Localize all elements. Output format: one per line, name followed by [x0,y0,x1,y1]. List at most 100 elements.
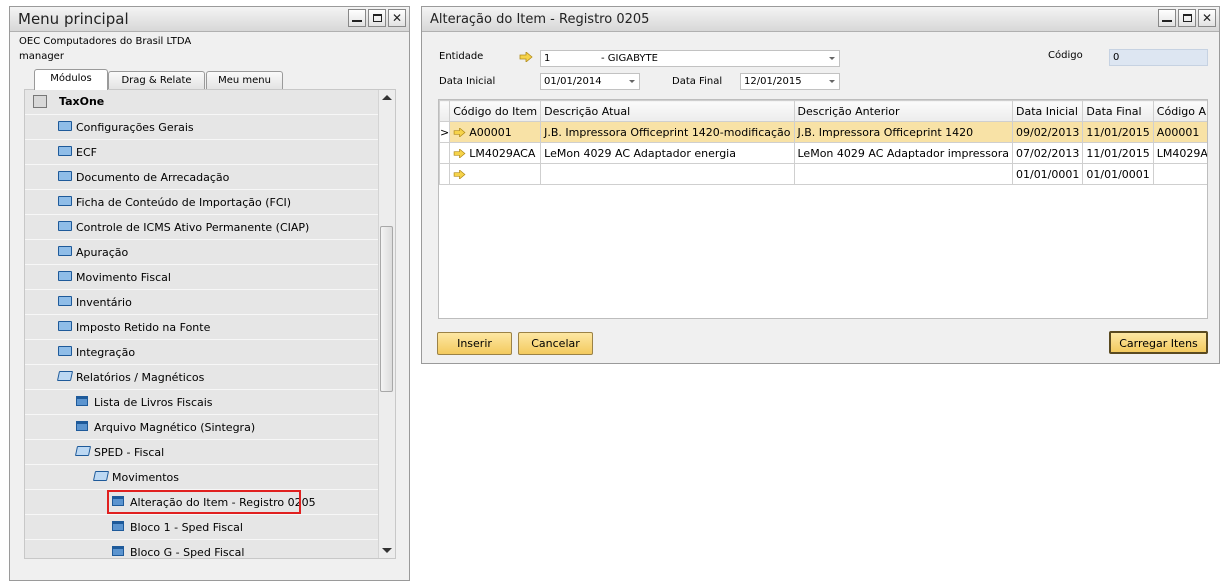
chevron-down-icon[interactable] [829,80,835,83]
menu-item-inventario[interactable]: Inventário [25,290,379,315]
menu-item-label: Configurações Gerais [76,121,194,134]
module-icon [33,95,47,108]
link-arrow-icon[interactable] [519,52,533,62]
col-codigo-item[interactable]: Código do Item [449,100,542,122]
cell-descricao-atual[interactable]: LeMon 4029 AC Adaptador energia [540,142,795,164]
menu-item-movimentos[interactable]: Movimentos [25,465,379,490]
data-inicial-label: Data Inicial [439,76,496,87]
minimize-button[interactable] [348,9,366,27]
company-name: OEC Computadores do Brasil LTDA [19,36,192,47]
menu-item-ecf[interactable]: ECF [25,140,379,165]
menu-titlebar[interactable]: Menu principal ✕ [10,7,409,32]
open-folder-icon [56,371,74,381]
open-folder-icon [92,471,110,481]
close-button[interactable]: ✕ [1198,9,1216,27]
link-arrow-icon[interactable] [453,148,466,159]
cancelar-button[interactable]: Cancelar [518,332,593,355]
menu-scrollbar[interactable] [378,90,395,558]
codigo-label: Código [1048,50,1083,61]
minimize-button[interactable] [1158,9,1176,27]
scroll-down-icon[interactable] [382,548,392,553]
cell-data-final[interactable]: 11/01/2015 [1082,142,1154,164]
menu-item-label: Bloco G - Sped Fiscal [130,546,245,559]
carregar-itens-button[interactable]: Carregar Itens [1109,331,1208,354]
maximize-icon [372,14,382,22]
col-descricao-anterior[interactable]: Descrição Anterior [793,100,1013,122]
col-data-final[interactable]: Data Final [1082,100,1154,122]
form-window: Alteração do Item - Registro 0205 ✕ Enti… [421,6,1220,364]
minimize-icon [1162,20,1172,22]
menu-item-label: Lista de Livros Fiscais [94,396,213,409]
link-arrow-icon[interactable] [453,169,466,180]
maximize-icon [1182,14,1192,22]
menu-item-label: Inventário [76,296,132,309]
cell-descricao-atual[interactable] [540,163,795,185]
cell-data-inicial[interactable]: 07/02/2013 [1011,142,1084,164]
menu-item-bloco-1[interactable]: Bloco 1 - Sped Fiscal [25,515,379,540]
cell-data-final[interactable]: 11/01/2015 [1082,121,1154,143]
menu-item-apuracao[interactable]: Apuração [25,240,379,265]
folder-icon [58,121,72,131]
menu-item-bloco-g[interactable]: Bloco G - Sped Fiscal [25,540,379,559]
cell-codigo-item[interactable] [449,163,542,185]
module-row-taxone[interactable]: TaxOne [25,90,379,115]
menu-item-ciap[interactable]: Controle de ICMS Ativo Permanente (CIAP) [25,215,379,240]
table-row[interactable]: 01/01/0001 01/01/0001 [439,163,1207,185]
main-menu-window: Menu principal ✕ OEC Computadores do Bra… [9,6,410,581]
entidade-name: - GIGABYTE [601,53,658,64]
cell-descricao-atual[interactable]: J.B. Impressora Officeprint 1420-modific… [540,121,795,143]
col-data-inicial[interactable]: Data Inicial [1011,100,1084,122]
cell-data-inicial[interactable]: 09/02/2013 [1011,121,1084,143]
row-selector[interactable] [439,163,451,185]
menu-item-arquivo-magnetico[interactable]: Arquivo Magnético (Sintegra) [25,415,379,440]
menu-item-label: Integração [76,346,136,359]
data-inicial-field[interactable]: 01/01/2014 [540,73,640,90]
inserir-button[interactable]: Inserir [437,332,512,355]
row-selector-icon[interactable]: > [439,121,451,143]
menu-item-integracao[interactable]: Integração [25,340,379,365]
menu-item-sped-fiscal[interactable]: SPED - Fiscal [25,440,379,465]
table-row[interactable]: LM4029ACA LeMon 4029 AC Adaptador energi… [439,142,1207,164]
menu-item-documento-arrecadacao[interactable]: Documento de Arrecadação [25,165,379,190]
cell-descricao-anterior[interactable]: LeMon 4029 AC Adaptador impressora [793,142,1013,164]
items-grid[interactable]: Código do Item Descrição Atual Descrição… [438,99,1208,319]
cell-codigo-anterior[interactable] [1152,163,1207,185]
menu-item-label: Apuração [76,246,129,259]
chevron-down-icon[interactable] [829,57,835,60]
maximize-button[interactable] [368,9,386,27]
col-descricao-atual[interactable]: Descrição Atual [540,100,795,122]
menu-item-fci[interactable]: Ficha de Conteúdo de Importação (FCI) [25,190,379,215]
table-row[interactable]: > A00001 J.B. Impressora Officeprint 142… [439,121,1207,143]
menu-item-movimento-fiscal[interactable]: Movimento Fiscal [25,265,379,290]
close-button[interactable]: ✕ [388,9,406,27]
col-codigo-anterior[interactable]: Código Anterior [1152,100,1207,122]
tab-modulos[interactable]: Módulos [34,69,108,90]
scroll-up-icon[interactable] [382,95,392,100]
maximize-button[interactable] [1178,9,1196,27]
module-label: TaxOne [59,95,105,108]
menu-item-configuracoes-gerais[interactable]: Configurações Gerais [25,115,379,140]
cell-descricao-anterior[interactable] [793,163,1013,185]
scroll-thumb[interactable] [380,226,393,392]
link-arrow-icon[interactable] [453,127,466,138]
form-titlebar[interactable]: Alteração do Item - Registro 0205 ✕ [422,7,1219,32]
data-final-field[interactable]: 12/01/2015 [740,73,840,90]
modules-tree: TaxOne Configurações Gerais ECF Document… [24,89,396,559]
cell-codigo-item[interactable]: LM4029ACA [449,142,542,164]
table-header-row: Código do Item Descrição Atual Descrição… [439,100,1207,122]
menu-item-relatorios-magneticos[interactable]: Relatórios / Magnéticos [25,365,379,390]
menu-item-label: Controle de ICMS Ativo Permanente (CIAP) [76,221,310,234]
cell-data-final[interactable]: 01/01/0001 [1082,163,1154,185]
tab-meu-menu[interactable]: Meu menu [206,71,283,89]
cell-codigo-anterior[interactable]: A00001 [1152,121,1207,143]
tab-drag-relate[interactable]: Drag & Relate [108,71,205,89]
cell-data-inicial[interactable]: 01/01/0001 [1011,163,1084,185]
menu-item-lista-livros-fiscais[interactable]: Lista de Livros Fiscais [25,390,379,415]
menu-item-imposto-retido[interactable]: Imposto Retido na Fonte [25,315,379,340]
cell-codigo-item[interactable]: A00001 [449,121,542,143]
row-selector[interactable] [439,142,451,164]
cell-codigo-anterior[interactable]: LM4029ACA [1152,142,1207,164]
entidade-field[interactable]: 1 - GIGABYTE [540,50,840,67]
chevron-down-icon[interactable] [629,80,635,83]
cell-descricao-anterior[interactable]: J.B. Impressora Officeprint 1420 [793,121,1013,143]
